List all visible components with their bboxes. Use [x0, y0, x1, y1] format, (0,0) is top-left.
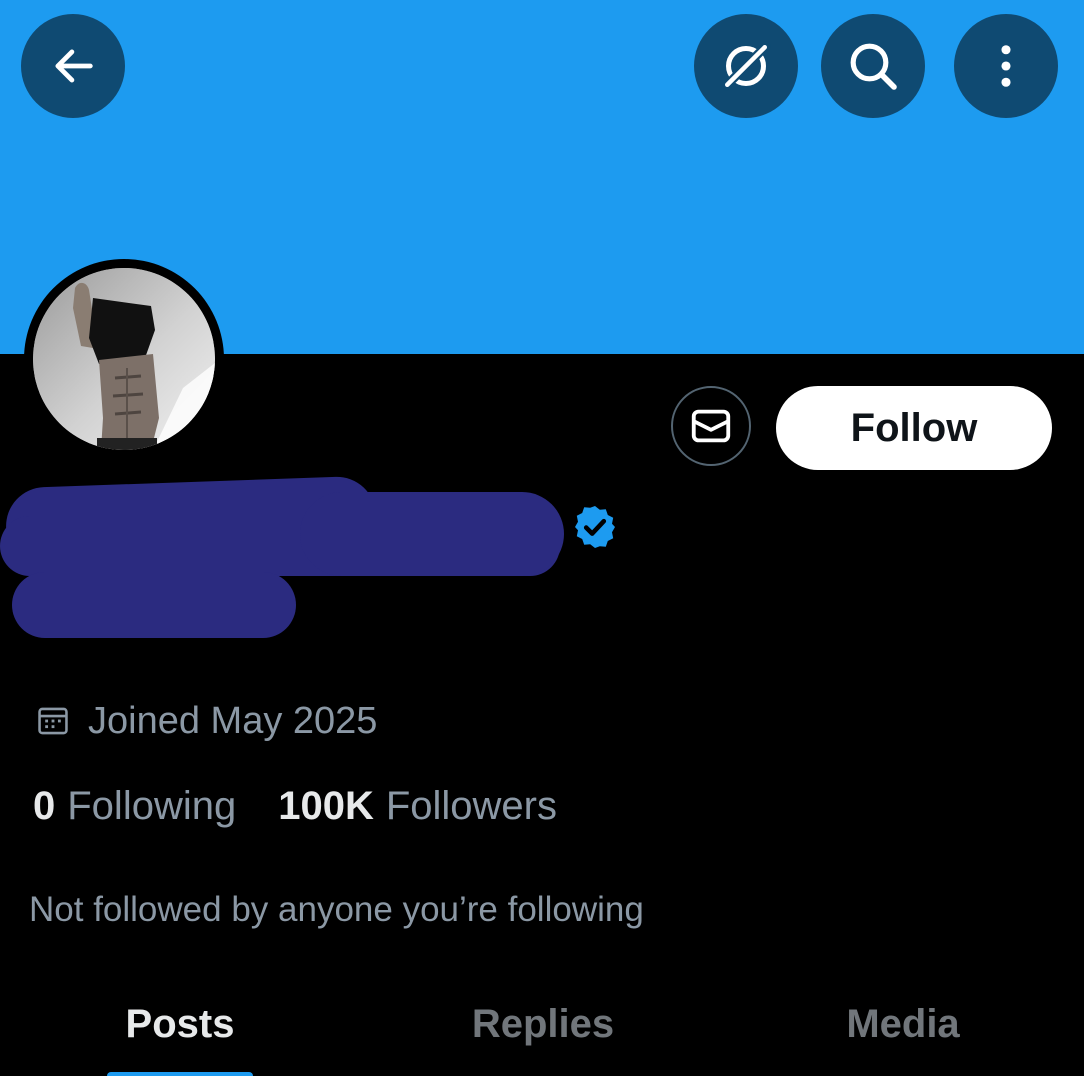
join-date: Joined May 2025 — [36, 697, 377, 745]
verified-badge-icon — [575, 506, 615, 548]
message-button[interactable] — [671, 386, 751, 466]
follow-button[interactable]: Follow — [776, 386, 1052, 470]
joined-text: Joined May 2025 — [88, 699, 378, 742]
calendar-icon — [38, 707, 68, 735]
profile-page: Follow Joined May 2025 0 Following 100K … — [0, 0, 1084, 1076]
tab-media[interactable]: Media — [783, 990, 1023, 1076]
profile-tabs: Posts Replies Media — [0, 990, 1084, 1076]
following-link[interactable]: 0 Following — [33, 784, 236, 829]
profile-photo — [33, 268, 215, 450]
avatar[interactable] — [24, 259, 224, 459]
following-label: Following — [67, 783, 237, 828]
arrow-left-icon — [55, 49, 93, 83]
back-button[interactable] — [21, 14, 125, 118]
search-button[interactable] — [821, 14, 925, 118]
following-count: 0 — [33, 783, 56, 828]
tab-replies[interactable]: Replies — [423, 990, 663, 1076]
followers-link[interactable]: 100K Followers — [278, 784, 557, 829]
verified-badge[interactable] — [571, 503, 619, 556]
followers-label: Followers — [385, 783, 557, 828]
search-icon — [850, 43, 897, 90]
more-vertical-icon — [1001, 45, 1011, 87]
grok-button[interactable] — [694, 14, 798, 118]
mutual-followers-text: Not followed by anyone you’re following — [29, 890, 644, 929]
active-tab-indicator — [107, 1072, 253, 1076]
grok-icon — [721, 41, 771, 91]
profile-stats: 0 Following 100K Followers — [33, 780, 557, 832]
envelope-icon — [691, 409, 731, 443]
followers-count: 100K — [278, 783, 374, 828]
more-options-button[interactable] — [954, 14, 1058, 118]
tab-posts[interactable]: Posts — [60, 990, 300, 1076]
